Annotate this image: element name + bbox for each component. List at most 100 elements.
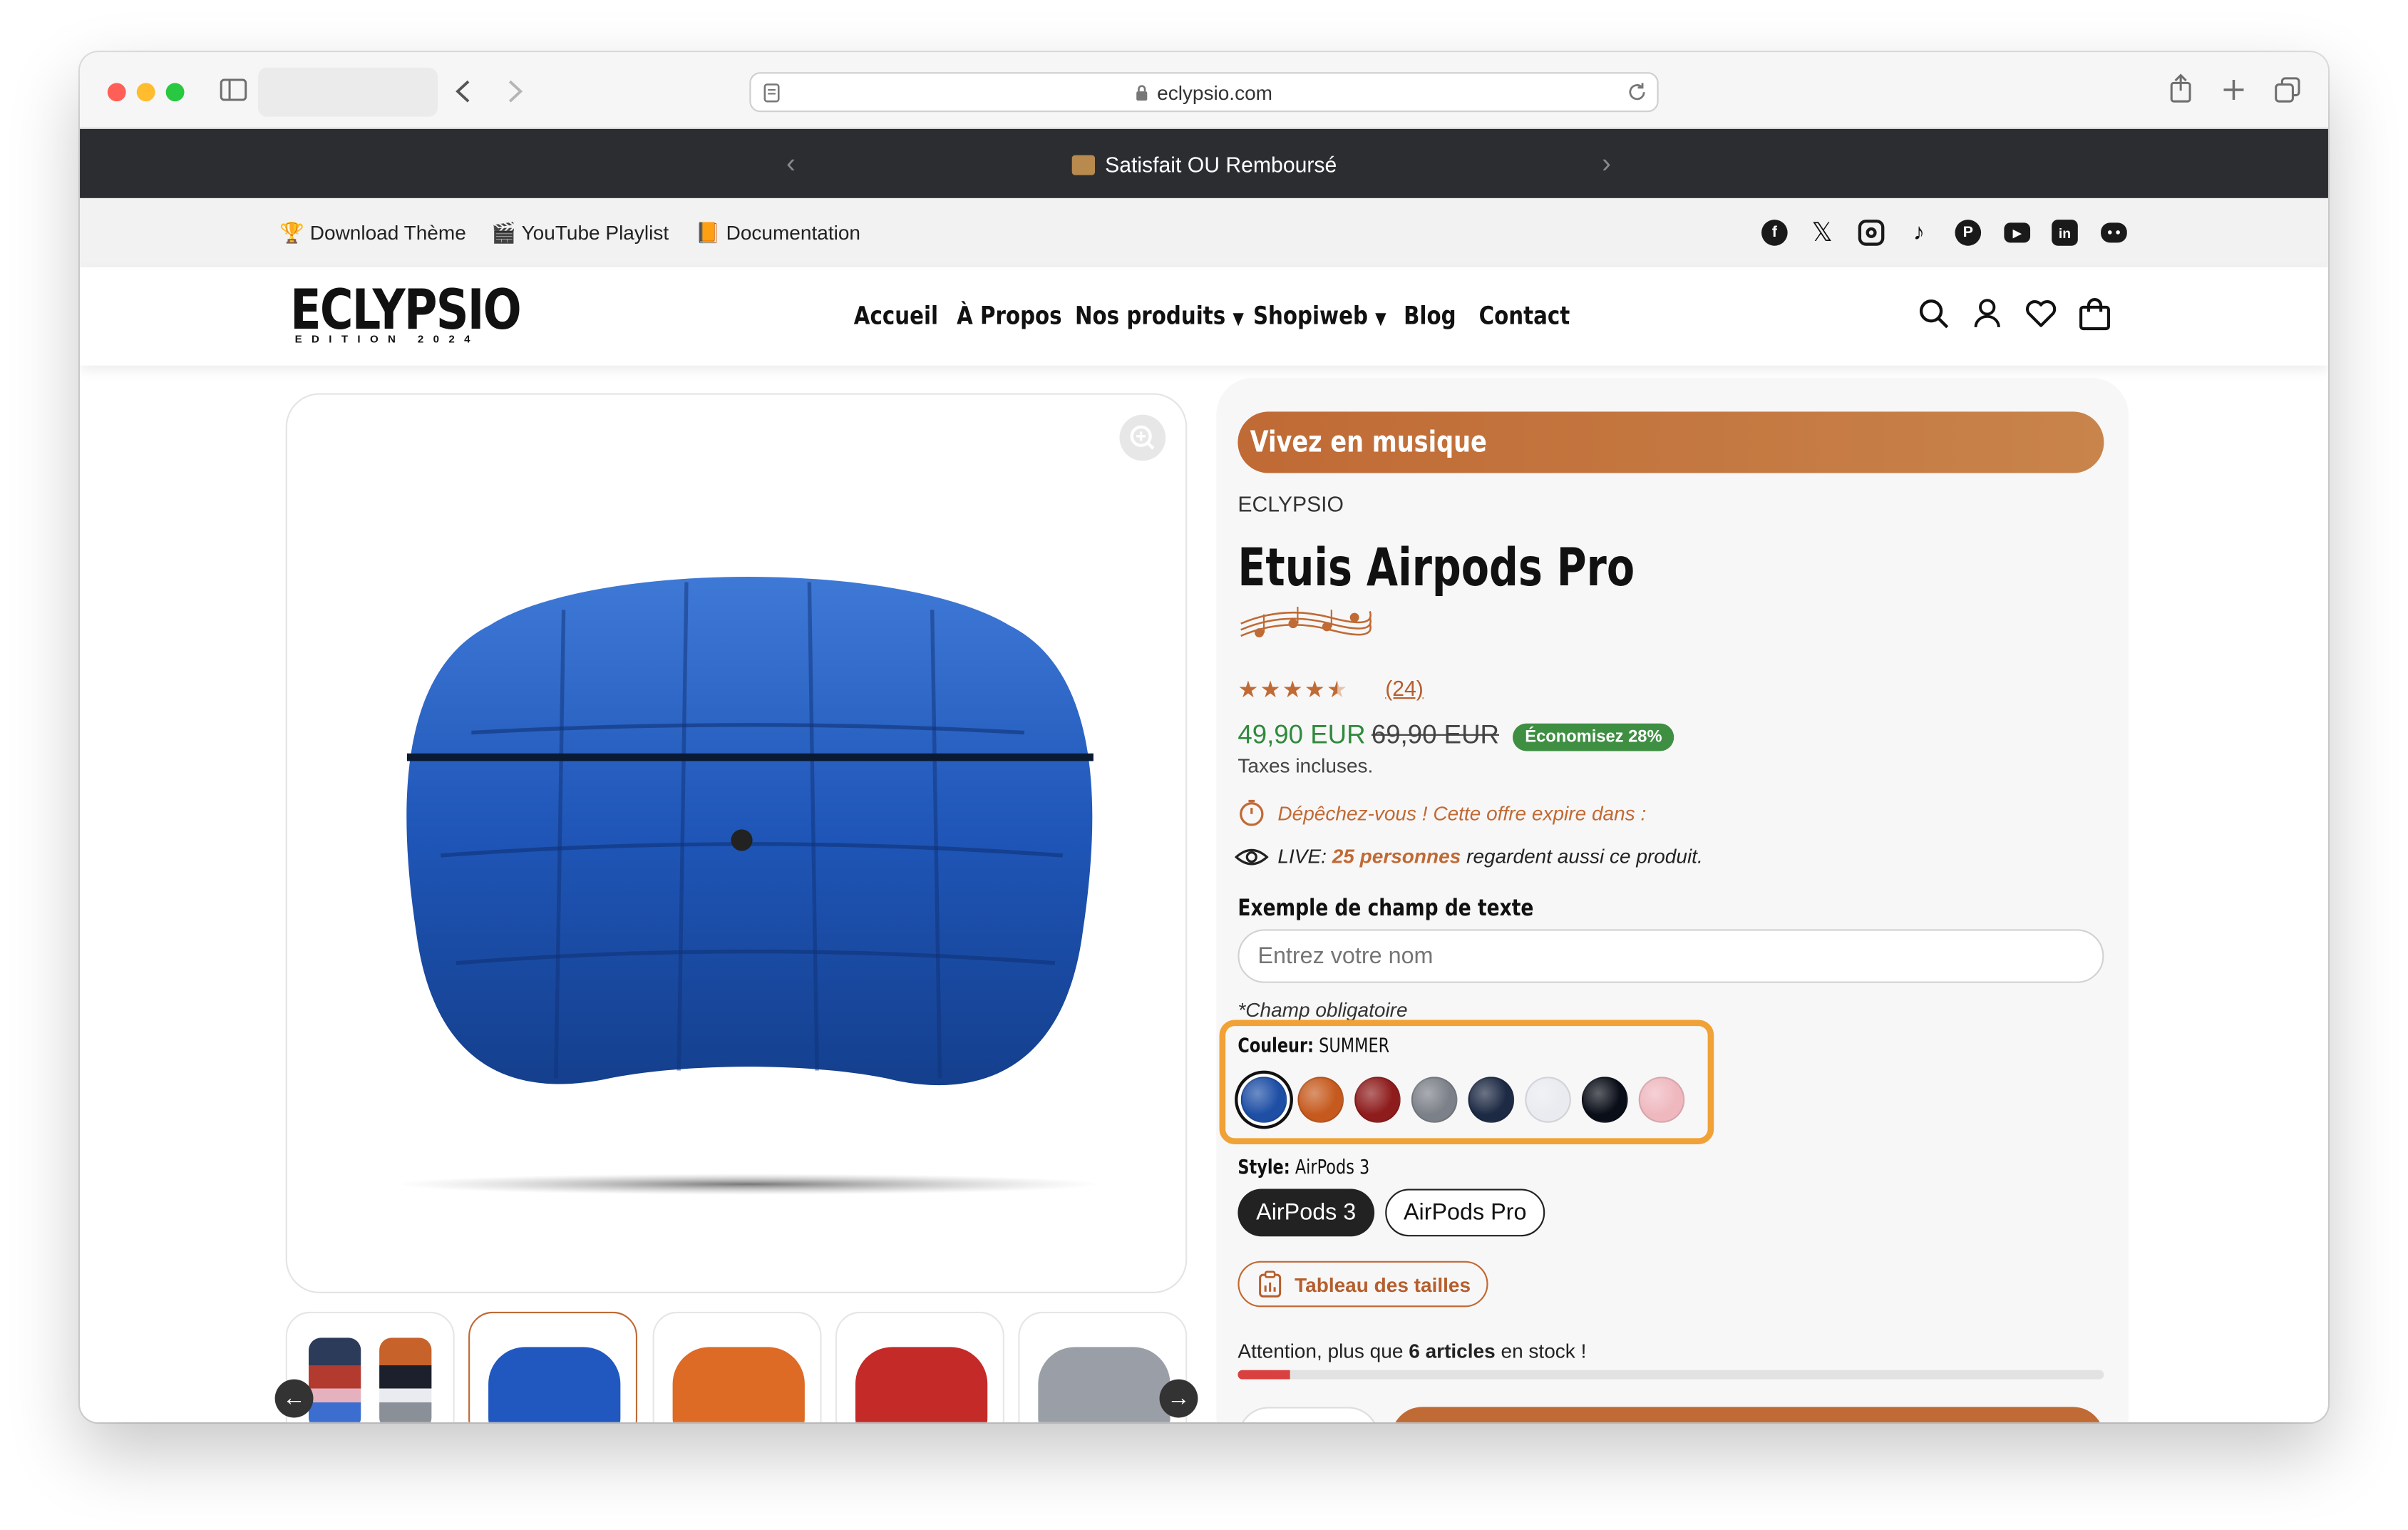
browser-window: eclypsio.com ‹ Satisfait OU Remboursé › … [80,52,2328,1422]
next-announcement-icon[interactable]: › [1602,148,1611,180]
color-swatch[interactable] [1525,1077,1571,1123]
sale-price: 49,90 EUR [1238,720,1366,750]
discord-icon[interactable]: ● ● [2101,222,2127,243]
maximize-window-button[interactable] [165,83,185,102]
product-tagline: Vivez en musique [1238,411,2104,473]
live-viewers-count: 25 personnes [1332,844,1461,868]
name-input[interactable] [1238,929,2104,983]
color-swatch[interactable] [1411,1077,1458,1123]
star-icon: ★ [1304,677,1327,704]
product-vendor: ECLYPSIO [1238,491,1344,516]
product-main-image[interactable] [379,548,1116,1224]
style-option-label: Style: AirPods 3 [1238,1156,1370,1180]
sidebar-toggle-icon[interactable] [220,78,247,101]
thumbnail-summer-blue[interactable] [468,1311,638,1422]
address-bar[interactable]: eclypsio.com [749,72,1659,113]
back-arrow-icon[interactable] [455,80,473,103]
thumbnail-prev-button[interactable]: ← [274,1379,314,1418]
tiktok-icon[interactable]: ♪ [1906,220,1933,246]
url-text: eclypsio.com [1157,81,1273,104]
nav-a-propos[interactable]: À Propos [957,301,1061,330]
reader-icon[interactable] [763,83,781,103]
youtube-icon[interactable]: ▶ [2004,222,2031,243]
arrow-left-icon: ← [282,1385,306,1412]
size-chart-icon [1259,1270,1282,1298]
nav-nos-produits[interactable]: Nos produits ▼ [1075,301,1244,330]
color-swatch[interactable] [1468,1077,1515,1123]
size-chart-button[interactable]: Tableau des tailles [1238,1261,1488,1308]
star-icon: ★ [1260,677,1282,704]
required-field-note: *Champ obligatoire [1238,998,1408,1022]
logo-subtitle: EDITION 2024 [294,334,480,346]
package-icon [1071,155,1094,175]
compare-at-price: 69,90 EUR [1371,720,1500,750]
half-star-icon: ★ [1326,677,1349,704]
chevron-down-icon: ▼ [1233,309,1244,329]
thumbnail-strip [285,1311,1192,1422]
cart-bag-icon[interactable] [2078,298,2111,332]
lock-icon [1137,84,1148,101]
tab-overview-icon[interactable] [2275,77,2301,103]
announcement-text: Satisfait OU Remboursé [1105,151,1337,176]
star-icon: ★ [1238,677,1260,704]
eye-icon [1235,848,1269,866]
rating-stars: ★★★★★ [1238,676,1349,704]
product-gallery [285,393,1188,1293]
site-header: ECLYPSIO EDITION 2024 Accueil À Propos N… [80,267,2328,366]
thumbnail-orange[interactable] [652,1311,822,1422]
reload-icon[interactable] [1626,81,1647,103]
color-swatch[interactable] [1581,1077,1628,1123]
add-to-cart-button[interactable] [1391,1407,2104,1422]
quantity-stepper[interactable] [1238,1407,1379,1422]
zoom-icon [1130,425,1155,450]
color-swatch[interactable] [1240,1077,1287,1123]
tax-note: Taxes incluses. [1238,754,1374,778]
nav-blog[interactable]: Blog [1404,301,1456,330]
color-swatch[interactable] [1638,1077,1685,1123]
x-icon[interactable]: 𝕏 [1809,217,1836,247]
share-icon[interactable] [2168,73,2193,103]
trophy-icon: 🏆 [279,221,304,245]
forward-arrow-icon[interactable] [505,80,524,103]
thumbnail-red[interactable] [835,1311,1004,1422]
site-logo[interactable]: ECLYPSIO [290,279,522,342]
product-title: Etuis Airpods Pro [1238,538,1635,600]
previous-announcement-icon[interactable]: ‹ [786,148,796,180]
minimize-window-button[interactable] [136,83,155,102]
live-viewers-text: LIVE: 25 personnes regardent aussi ce pr… [1277,844,1703,868]
book-icon: 📙 [695,221,721,245]
search-icon[interactable] [1918,298,1949,329]
new-tab-icon[interactable] [2222,78,2245,101]
music-notes-icon [1240,606,1372,638]
documentation-link[interactable]: 📙 Documentation [696,221,860,245]
stock-level-bar [1238,1370,2104,1380]
nav-shopiweb[interactable]: Shopiweb ▼ [1253,301,1386,330]
urgency-timer-text: Dépêchez-vous ! Cette offre expire dans … [1277,801,1647,825]
youtube-playlist-link[interactable]: 🎬 YouTube Playlist [491,221,669,245]
color-swatch[interactable] [1297,1077,1344,1123]
close-window-button[interactable] [107,83,126,102]
linkedin-icon[interactable]: in [2052,220,2078,246]
utility-bar: 🏆 Download Thème 🎬 YouTube Playlist 📙 Do… [80,197,2328,267]
product-info-panel: Vivez en musique ECLYPSIO Etuis Airpods … [1216,377,2129,1422]
zoom-button[interactable] [1119,414,1166,461]
instagram-icon[interactable] [1858,220,1885,246]
review-count-link[interactable]: (24) [1385,676,1424,700]
style-airpods-3-button[interactable]: AirPods 3 [1238,1188,1375,1237]
download-theme-link[interactable]: 🏆 Download Thème [279,221,466,245]
discount-badge: Économisez 28% [1513,723,1674,751]
thumbnail-next-button[interactable]: → [1159,1379,1198,1418]
account-icon[interactable] [1973,298,2001,329]
color-swatch[interactable] [1354,1077,1401,1123]
nav-accueil[interactable]: Accueil [854,301,938,330]
wishlist-heart-icon[interactable] [2024,298,2057,329]
timer-icon [1240,799,1264,826]
chevron-down-icon: ▼ [1375,309,1386,329]
tab-group-placeholder[interactable] [257,67,438,117]
announcement-bar: ‹ Satisfait OU Remboursé › [80,128,2328,198]
nav-contact[interactable]: Contact [1479,301,1570,330]
facebook-icon[interactable]: f [1761,220,1788,246]
pinterest-icon[interactable]: P [1955,220,1982,246]
star-icon: ★ [1282,677,1305,704]
style-airpods-pro-button[interactable]: AirPods Pro [1385,1188,1545,1237]
